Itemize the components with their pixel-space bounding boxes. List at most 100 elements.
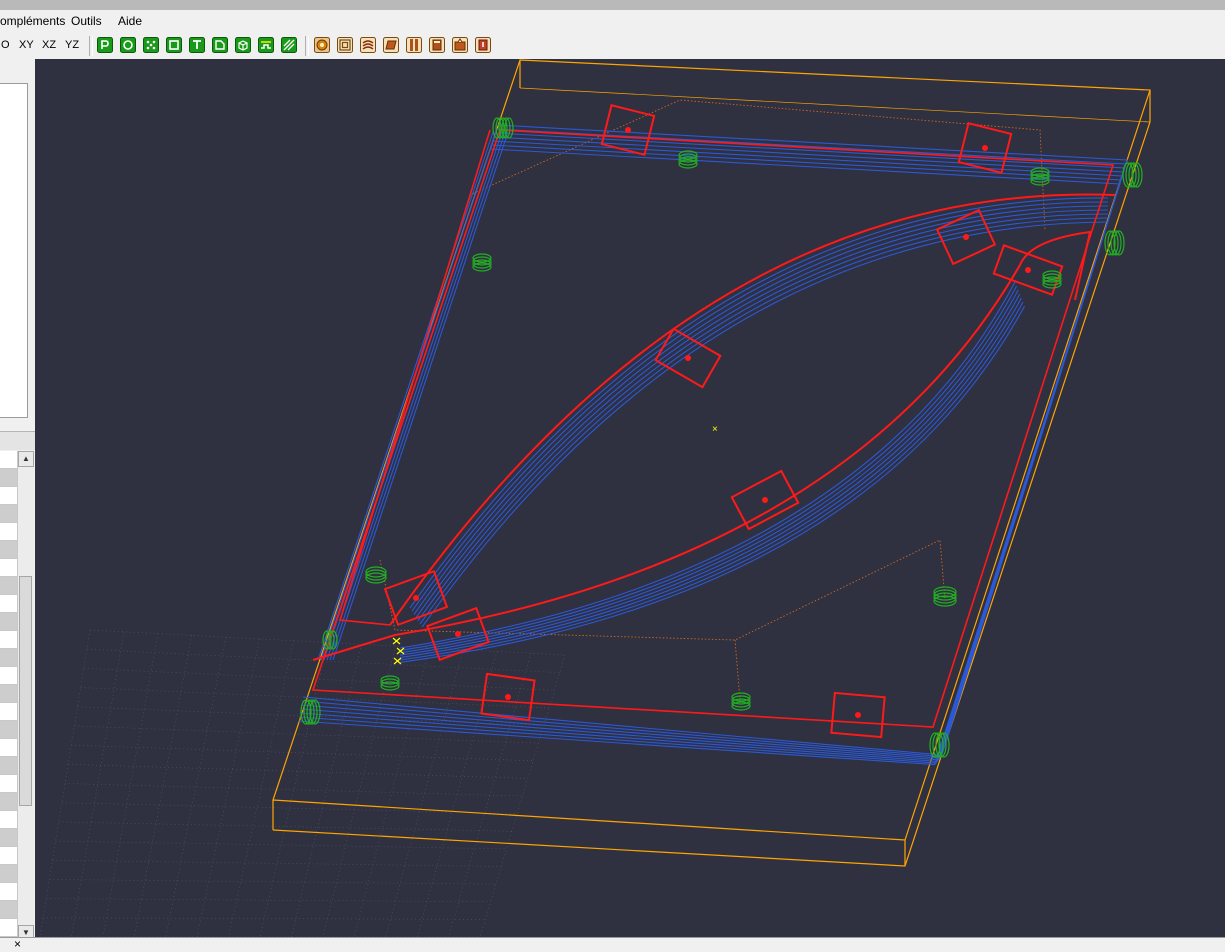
grid-row[interactable] bbox=[0, 811, 17, 829]
grid-row[interactable] bbox=[0, 775, 17, 793]
grid-row[interactable] bbox=[0, 523, 17, 541]
grid-row[interactable] bbox=[0, 739, 17, 757]
grid-line bbox=[49, 879, 496, 885]
tab-center-dot bbox=[762, 497, 768, 503]
grid-row[interactable] bbox=[0, 613, 17, 631]
grid-row[interactable] bbox=[0, 451, 17, 469]
left-panel: ▲ ▼ bbox=[0, 59, 35, 951]
tab-center-dot bbox=[625, 127, 631, 133]
contour-offset-icon[interactable] bbox=[337, 37, 353, 53]
perimeter-pass bbox=[326, 131, 503, 661]
arc-pass bbox=[399, 293, 1021, 656]
tab-center-dot bbox=[455, 631, 461, 637]
ramp-coil bbox=[365, 566, 387, 584]
toolpath-scene: × bbox=[39, 59, 1151, 937]
menu-complements[interactable]: ompléments bbox=[0, 14, 65, 28]
ramp-coil bbox=[300, 699, 321, 725]
grid-row[interactable] bbox=[0, 505, 17, 523]
perimeter-pass bbox=[298, 148, 1121, 766]
grid-row[interactable] bbox=[0, 847, 17, 865]
grid-row[interactable] bbox=[0, 541, 17, 559]
grid-row[interactable] bbox=[0, 559, 17, 577]
grid-line bbox=[52, 859, 502, 867]
grid-row[interactable] bbox=[0, 667, 17, 685]
scroll-thumb[interactable] bbox=[19, 576, 32, 806]
close-icon[interactable]: × bbox=[14, 938, 21, 951]
properties-scrollbar[interactable]: ▲ ▼ bbox=[17, 451, 34, 941]
tab-center-dot bbox=[982, 145, 988, 151]
toolpath-simulate-icon[interactable] bbox=[314, 37, 330, 53]
tab-center-dot bbox=[413, 595, 419, 601]
perimeter-pass bbox=[329, 131, 506, 661]
grid-row[interactable] bbox=[0, 883, 17, 901]
tab-center-dot bbox=[855, 712, 861, 718]
grid-row[interactable] bbox=[0, 757, 17, 775]
grid-row[interactable] bbox=[0, 685, 17, 703]
grid-row[interactable] bbox=[0, 703, 17, 721]
toolbar-separator bbox=[305, 36, 309, 56]
grid-row[interactable] bbox=[0, 901, 17, 919]
square-pocket-icon[interactable] bbox=[166, 37, 182, 53]
grid-line bbox=[196, 638, 260, 937]
3d-box-icon[interactable] bbox=[235, 37, 251, 53]
arc-toolpath-passes bbox=[399, 197, 1109, 663]
grid-row[interactable] bbox=[0, 595, 17, 613]
perimeter-pass bbox=[332, 131, 509, 661]
grid-row[interactable] bbox=[0, 865, 17, 883]
tool-library-icon[interactable] bbox=[406, 37, 422, 53]
ramp-coil bbox=[731, 692, 751, 711]
window-title-bar bbox=[0, 0, 1225, 10]
view-iso-button[interactable]: O bbox=[1, 39, 10, 51]
arc-pass bbox=[399, 289, 1019, 654]
grid-line bbox=[291, 644, 362, 937]
grid-row[interactable] bbox=[0, 469, 17, 487]
arc-pass bbox=[399, 301, 1024, 661]
drill-points-icon[interactable] bbox=[143, 37, 159, 53]
layers-icon[interactable] bbox=[360, 37, 376, 53]
grid-row[interactable] bbox=[0, 487, 17, 505]
grid-row[interactable] bbox=[0, 919, 17, 937]
grid-row[interactable] bbox=[0, 829, 17, 847]
perimeter-pass bbox=[302, 124, 1128, 756]
menu-help[interactable]: Aide bbox=[118, 14, 142, 28]
grid-row[interactable] bbox=[0, 793, 17, 811]
grid-line bbox=[74, 725, 539, 744]
circle-pocket-icon[interactable] bbox=[120, 37, 136, 53]
view-xz-button[interactable]: XZ bbox=[42, 39, 56, 51]
grid-row[interactable] bbox=[0, 721, 17, 739]
profile-icon[interactable] bbox=[97, 37, 113, 53]
tabs-icon[interactable] bbox=[258, 37, 274, 53]
tab-center-dot bbox=[505, 694, 511, 700]
menu-tools[interactable]: Outils bbox=[71, 14, 102, 28]
drawing-icon[interactable] bbox=[212, 37, 228, 53]
hatch-icon[interactable] bbox=[281, 37, 297, 53]
material-block-icon[interactable] bbox=[383, 37, 399, 53]
tab-center-dot bbox=[685, 355, 691, 361]
origin-marker: × bbox=[712, 424, 718, 435]
view-yz-button[interactable]: YZ bbox=[65, 39, 79, 51]
grid-line bbox=[102, 633, 159, 937]
text-engrave-icon[interactable] bbox=[189, 37, 205, 53]
perimeter-pass bbox=[299, 140, 1123, 762]
grid-line bbox=[61, 802, 518, 814]
export-icon[interactable] bbox=[452, 37, 468, 53]
grid-row[interactable] bbox=[0, 577, 17, 595]
toolbar-separator bbox=[89, 36, 93, 56]
arc-pass bbox=[421, 221, 1109, 628]
properties-grid[interactable] bbox=[0, 451, 17, 941]
operations-tree[interactable] bbox=[0, 83, 28, 418]
postprocessor-icon[interactable] bbox=[475, 37, 491, 53]
3d-viewport[interactable]: × bbox=[35, 59, 1225, 937]
grid-line bbox=[55, 840, 507, 850]
grid-row[interactable] bbox=[0, 631, 17, 649]
grid-row[interactable] bbox=[0, 649, 17, 667]
arc-pass bbox=[399, 297, 1022, 659]
ramp-coil bbox=[472, 253, 492, 272]
view-xy-button[interactable]: XY bbox=[19, 39, 34, 51]
grid-line bbox=[43, 917, 486, 920]
calculator-icon[interactable] bbox=[429, 37, 445, 53]
properties-header bbox=[0, 431, 35, 450]
scroll-up-arrow-icon[interactable]: ▲ bbox=[18, 451, 34, 467]
arc-pass bbox=[399, 285, 1018, 651]
arc-pass bbox=[399, 305, 1026, 663]
